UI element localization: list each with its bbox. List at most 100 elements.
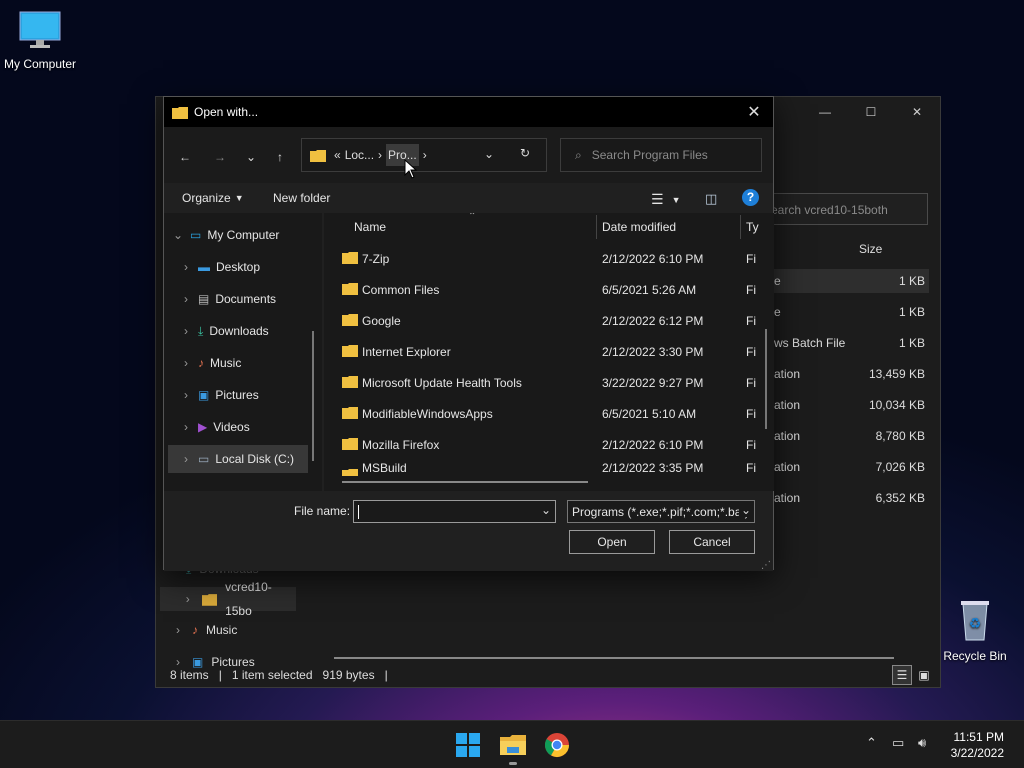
- back-button[interactable]: ←: [173, 145, 197, 169]
- chevron-right-icon[interactable]: ›: [180, 356, 192, 370]
- file-explorer-taskbar-button[interactable]: [499, 731, 527, 759]
- address-bar[interactable]: « Loc... › Pro... › ⌄ ↻: [301, 138, 547, 172]
- chevron-right-icon[interactable]: ›: [180, 388, 192, 402]
- table-row[interactable]: e1 KB: [774, 269, 929, 293]
- chevron-down-icon[interactable]: ⌄: [172, 228, 184, 242]
- arrow-up-icon: ↑: [277, 150, 283, 164]
- bg-nav-music[interactable]: › ♪ Music: [172, 618, 237, 642]
- column-name[interactable]: Name: [354, 220, 386, 234]
- file-list[interactable]: Name ⌃ Date modified Ty 7-Zip 2/12/2022 …: [324, 213, 774, 491]
- file-name-input[interactable]: ⌄: [353, 500, 556, 523]
- status-item-count: 8 items: [170, 668, 209, 682]
- desktop-icon-label: Recycle Bin: [943, 649, 1007, 663]
- network-button[interactable]: ▭: [892, 735, 904, 751]
- speaker-icon: 🔊︎: [918, 735, 927, 750]
- preview-pane-button[interactable]: ◫: [705, 191, 717, 207]
- list-view-icon: ☰: [651, 191, 664, 207]
- chevron-down-icon[interactable]: ⌄: [738, 503, 751, 517]
- column-date[interactable]: Date modified: [602, 220, 676, 234]
- details-view-button[interactable]: ☰: [892, 665, 912, 685]
- list-item[interactable]: Common Files 6/5/2021 5:26 AM Fi: [324, 274, 764, 305]
- horizontal-scrollbar[interactable]: [342, 481, 588, 483]
- caret-down-icon: ▼: [671, 194, 681, 205]
- bg-scrollbar[interactable]: [334, 657, 894, 659]
- change-view-button[interactable]: ☰ ▼: [651, 191, 680, 208]
- new-folder-button[interactable]: New folder: [273, 191, 330, 205]
- col-size[interactable]: Size: [859, 242, 882, 256]
- minimize-button[interactable]: —: [802, 97, 848, 127]
- file-type-filter[interactable]: Programs (*.exe;*.pif;*.com;*.bat) ⌄: [567, 500, 755, 523]
- chrome-taskbar-button[interactable]: [543, 731, 571, 759]
- list-item[interactable]: Microsoft Update Health Tools 3/22/2022 …: [324, 367, 764, 398]
- start-button[interactable]: [454, 731, 482, 759]
- vertical-scrollbar[interactable]: [765, 329, 767, 429]
- chevron-right-icon[interactable]: ›: [182, 587, 194, 611]
- chevron-right-icon[interactable]: ›: [423, 148, 427, 162]
- dialog-footer: File name: ⌄ Programs (*.exe;*.pif;*.com…: [164, 491, 773, 571]
- tree-item-music[interactable]: › ♪ Music: [180, 349, 241, 377]
- list-item[interactable]: ModifiableWindowsApps 6/5/2021 5:10 AM F…: [324, 398, 764, 429]
- show-hidden-icons-button[interactable]: ⌃: [866, 735, 877, 751]
- bg-nav-vcred[interactable]: › vcred10-15bo: [160, 580, 296, 618]
- chevron-right-icon[interactable]: ›: [180, 452, 192, 466]
- tree-item-local-disk[interactable]: › ▭ Local Disk (C:): [168, 445, 308, 473]
- breadcrumb-local-disk[interactable]: Loc...: [345, 148, 374, 162]
- tree-item-desktop[interactable]: › ▬ Desktop: [180, 253, 260, 281]
- dialog-close-button[interactable]: ✕: [739, 98, 769, 126]
- help-button[interactable]: ?: [742, 189, 759, 206]
- up-button[interactable]: ↑: [268, 145, 292, 169]
- column-divider[interactable]: [596, 215, 597, 239]
- table-row[interactable]: ation 6,352 KB: [774, 486, 929, 510]
- overflow-crumb[interactable]: «: [334, 148, 341, 162]
- tree-item-my-computer[interactable]: ⌄ ▭ My Computer: [172, 221, 279, 249]
- clock[interactable]: 11:51 PM 3/22/2022: [951, 729, 1004, 761]
- table-row[interactable]: ation 13,459 KB: [774, 362, 929, 386]
- open-with-dialog[interactable]: Open with... ✕ ← → ⌄ ↑ « Loc... › Pro...…: [163, 96, 774, 571]
- desktop-icon-my-computer[interactable]: My Computer: [2, 10, 78, 71]
- table-row[interactable]: ws Batch File 1 KB: [774, 331, 929, 355]
- search-input[interactable]: Search Program Files: [592, 148, 708, 162]
- close-button[interactable]: ✕: [894, 97, 940, 127]
- open-button[interactable]: Open: [569, 530, 655, 554]
- tree-item-videos[interactable]: › ▶ Videos: [180, 413, 250, 441]
- refresh-icon[interactable]: ↻: [520, 146, 530, 160]
- chevron-right-icon[interactable]: ›: [180, 292, 192, 306]
- preview-pane-icon: ◫: [705, 191, 718, 206]
- maximize-button[interactable]: ☐: [848, 97, 894, 127]
- table-row[interactable]: e1 KB: [774, 300, 929, 324]
- volume-button[interactable]: 🔊︎: [918, 735, 926, 751]
- folder-icon: [342, 252, 358, 264]
- chevron-right-icon[interactable]: ›: [180, 260, 192, 274]
- organize-button[interactable]: Organize ▼: [182, 191, 244, 205]
- dialog-titlebar[interactable]: Open with...: [164, 97, 773, 127]
- list-item[interactable]: Internet Explorer 2/12/2022 3:30 PM Fi: [324, 336, 764, 367]
- tree-item-documents[interactable]: › ▤ Documents: [180, 285, 276, 313]
- tree-item-pictures[interactable]: › ▣ Pictures: [180, 381, 259, 409]
- forward-button[interactable]: →: [208, 145, 232, 169]
- nav-pane-scrollbar[interactable]: [312, 331, 314, 461]
- cancel-button[interactable]: Cancel: [669, 530, 755, 554]
- tiles-view-button[interactable]: ▣: [914, 665, 934, 685]
- desktop-icon-recycle-bin[interactable]: ♻ Recycle Bin: [940, 598, 1010, 663]
- resize-grip-icon[interactable]: ⋰: [761, 560, 771, 571]
- chevron-down-icon[interactable]: ⌄: [541, 503, 551, 517]
- chevron-right-icon[interactable]: ›: [172, 618, 184, 642]
- search-box[interactable]: ⌕ Search Program Files: [560, 138, 762, 172]
- address-dropdown-button[interactable]: ⌄: [484, 147, 494, 161]
- list-item[interactable]: MSBuild 2/12/2022 3:35 PM Fi: [324, 460, 764, 476]
- table-row[interactable]: ation 7,026 KB: [774, 455, 929, 479]
- table-row[interactable]: ation 10,034 KB: [774, 393, 929, 417]
- bg-search-input[interactable]: earch vcred10-15both: [766, 193, 928, 225]
- column-divider[interactable]: [740, 215, 741, 239]
- list-item[interactable]: 7-Zip 2/12/2022 6:10 PM Fi: [324, 243, 764, 274]
- list-item[interactable]: Mozilla Firefox 2/12/2022 6:10 PM Fi: [324, 429, 764, 460]
- chevron-right-icon[interactable]: ›: [180, 324, 192, 338]
- tree-item-downloads[interactable]: › ⤓ Downloads: [180, 317, 269, 345]
- column-type[interactable]: Ty: [746, 220, 759, 234]
- navigation-pane[interactable]: ⌄ ▭ My Computer › ▬ Desktop › ▤ Document…: [164, 213, 322, 491]
- chevron-right-icon[interactable]: ›: [378, 148, 382, 162]
- list-item[interactable]: Google 2/12/2022 6:12 PM Fi: [324, 305, 764, 336]
- chevron-right-icon[interactable]: ›: [180, 420, 192, 434]
- table-row[interactable]: ation 8,780 KB: [774, 424, 929, 448]
- recent-locations-button[interactable]: ⌄: [239, 145, 263, 169]
